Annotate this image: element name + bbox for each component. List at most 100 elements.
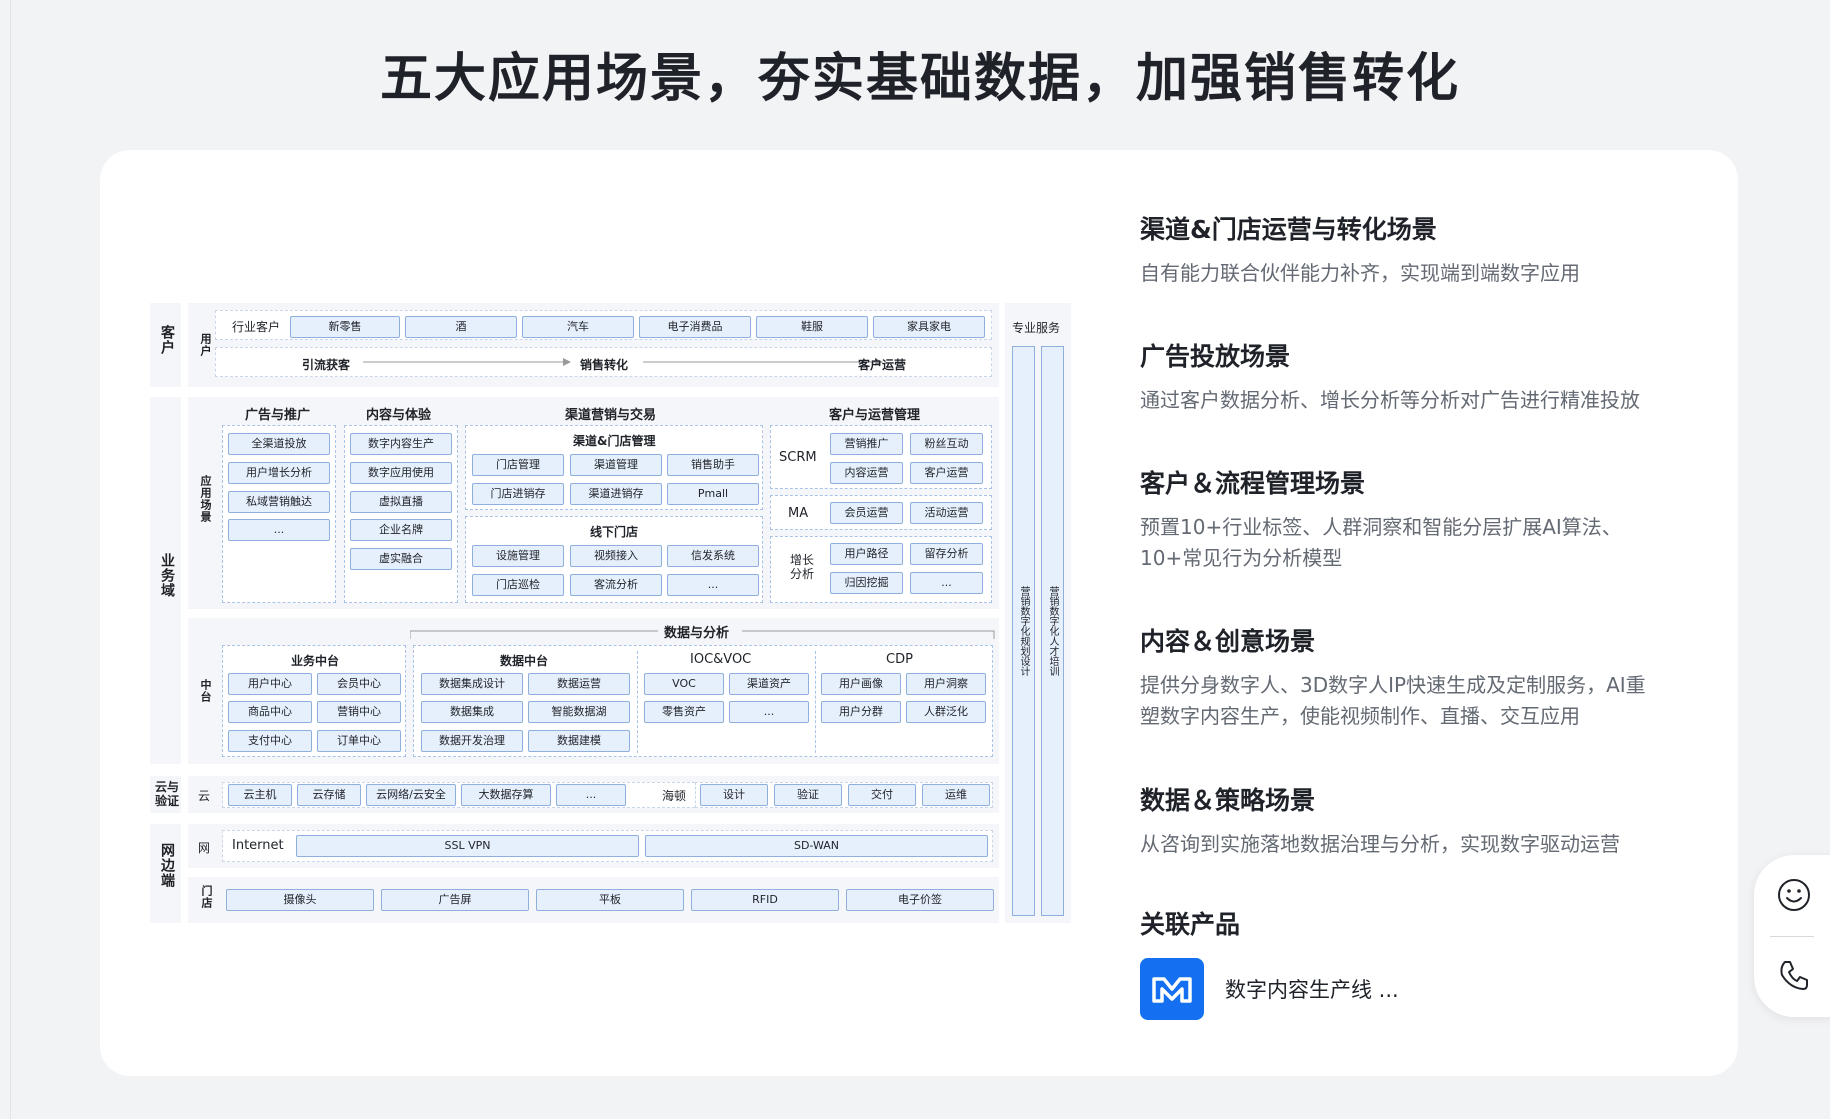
store-chip: 广告屏 bbox=[381, 889, 529, 911]
growth-chip: 用户路径 bbox=[830, 543, 903, 565]
ma-chip: 活动运营 bbox=[910, 502, 983, 524]
store-chip: 电子价签 bbox=[846, 889, 994, 911]
store-chip: 摄像头 bbox=[226, 889, 374, 911]
store-chip: RFID bbox=[691, 889, 839, 911]
digital-content-logo-icon bbox=[1140, 958, 1204, 1020]
biz-mid-title: 业务中台 bbox=[291, 654, 340, 668]
store-mgmt-chip: Pmall bbox=[667, 483, 759, 505]
content-chip: 企业名牌 bbox=[350, 519, 452, 541]
edge-label: 网边端 bbox=[159, 843, 175, 888]
divider bbox=[815, 651, 816, 753]
data-mid-chip: 数据集成设计 bbox=[421, 673, 523, 695]
flow-step: 销售转化 bbox=[580, 358, 629, 372]
ioc-chip: 渠道资产 bbox=[729, 673, 809, 695]
cloud-label: 云与验证 bbox=[154, 780, 179, 808]
ioc-title: IOC&VOC bbox=[690, 652, 752, 667]
smile-icon[interactable] bbox=[1774, 875, 1814, 915]
ioc-chip: VOC bbox=[644, 673, 724, 695]
flow-step: 客户运营 bbox=[858, 358, 907, 372]
offline-chip: 门店巡检 bbox=[472, 574, 564, 596]
data-mid-chip: 智能数据湖 bbox=[528, 701, 630, 723]
cdp-chip: 用户分群 bbox=[821, 701, 901, 723]
content-chip: 虚拟直播 bbox=[350, 491, 452, 513]
divider bbox=[637, 651, 638, 753]
related-products-title: 关联产品 bbox=[1140, 910, 1241, 939]
offline-chip: 视频接入 bbox=[570, 545, 662, 567]
scrm-chip: 内容运营 bbox=[830, 462, 903, 484]
cdp-chip: 人群泛化 bbox=[906, 701, 986, 723]
related-product-name: 数字内容生产线 ... bbox=[1225, 978, 1399, 1002]
store-label: 门店 bbox=[200, 885, 213, 909]
scenario-item: 数据＆策略场景 从咨询到实施落地数据治理与分析，实现数字驱动运营 bbox=[1140, 781, 1700, 860]
net-chip: SD-WAN bbox=[645, 835, 988, 857]
data-analysis-bracket bbox=[410, 630, 995, 639]
biz-mid-chip: 会员中心 bbox=[317, 673, 401, 695]
cloud-chip: 云存储 bbox=[297, 784, 361, 806]
store-mgmt-chip: 渠道进销存 bbox=[570, 483, 662, 505]
industry-label: 行业客户 bbox=[232, 320, 281, 334]
offline-chip: 设施管理 bbox=[472, 545, 564, 567]
cloud-chip: 云网络/云安全 bbox=[366, 784, 456, 806]
industry-chip: 汽车 bbox=[522, 316, 634, 338]
scenario-title: 广告投放场景 bbox=[1140, 342, 1291, 371]
page-title: 五大应用场景，夯实基础数据，加强销售转化 bbox=[379, 49, 1460, 109]
data-mid-chip: 数据开发治理 bbox=[421, 730, 523, 752]
cloud-chip: 云主机 bbox=[228, 784, 292, 806]
growth-chip: 归因挖掘 bbox=[830, 572, 903, 594]
offline-chip: ... bbox=[667, 574, 759, 596]
biz-mid-chip: 商品中心 bbox=[228, 701, 312, 723]
architecture-diagram: 客户 用户 行业客户 新零售 酒 汽车 电子消费品 鞋服 家具家电 引流获客 销… bbox=[150, 303, 1071, 923]
industry-chip: 新零售 bbox=[290, 316, 400, 338]
scenario-item: 内容＆创意场景 提供分身数字人、3D数字人IP快速生成及定制服务，AI重 塑数字… bbox=[1140, 622, 1700, 732]
scenario-desc: 自有能力联合伙伴能力补齐，实现端到端数字应用 bbox=[1140, 261, 1580, 285]
ma-chip: 会员运营 bbox=[830, 502, 903, 524]
cloud-row-label: 云 bbox=[198, 789, 211, 803]
scenario-item: 广告投放场景 通过客户数据分析、增长分析等分析对广告进行精准投放 bbox=[1140, 337, 1700, 416]
haidun-chip: 交付 bbox=[848, 784, 916, 806]
cloud-chip: 大数据存算 bbox=[461, 784, 551, 806]
scenario-desc-line: 提供分身数字人、3D数字人IP快速生成及定制服务，AI重 bbox=[1140, 673, 1646, 697]
haidun-label: 海顿 bbox=[662, 789, 687, 803]
middle-label: 中台 bbox=[199, 679, 212, 703]
growth-chip: ... bbox=[910, 572, 983, 594]
ma-label: MA bbox=[788, 506, 809, 521]
scenario-title: 客户＆流程管理场景 bbox=[1140, 469, 1366, 498]
store-mgmt-chip: 销售助手 bbox=[667, 454, 759, 476]
widget-divider bbox=[1770, 936, 1814, 937]
related-product-link[interactable]: 数字内容生产线 ... bbox=[1140, 958, 1399, 1020]
haidun-chip: 设计 bbox=[700, 784, 768, 806]
ioc-chip: 零售资产 bbox=[644, 701, 724, 723]
store-mgmt-chip: 渠道管理 bbox=[570, 454, 662, 476]
flow-arrow bbox=[643, 358, 883, 366]
store-chip: 平板 bbox=[536, 889, 684, 911]
net-label: 网 bbox=[198, 841, 211, 855]
store-mgmt-chip: 门店进销存 bbox=[472, 483, 564, 505]
store-mgmt-title: 渠道&门店管理 bbox=[573, 434, 656, 448]
industry-chip: 电子消费品 bbox=[639, 316, 751, 338]
scenario-desc-line: 预置10+行业标签、人群洞察和智能分层扩展AI算法、 bbox=[1140, 515, 1622, 539]
user-label: 用户 bbox=[199, 333, 212, 357]
scenario-item: 渠道&门店运营与转化场景 自有能力联合伙伴能力补齐，实现端到端数字应用 bbox=[1140, 210, 1700, 289]
net-internet: Internet bbox=[232, 838, 284, 853]
scenario-title: 内容＆创意场景 bbox=[1140, 627, 1316, 656]
scenario-item: 客户＆流程管理场景 预置10+行业标签、人群洞察和智能分层扩展AI算法、 10+… bbox=[1140, 464, 1700, 574]
pro-service-title: 专业服务 bbox=[1012, 321, 1061, 335]
customer-label: 客户 bbox=[159, 325, 175, 355]
content-chip: 数字内容生产 bbox=[350, 433, 452, 455]
channel-title: 渠道营销与交易 bbox=[565, 408, 657, 423]
phone-icon[interactable] bbox=[1774, 955, 1814, 995]
pro-service-bar: 营销数字化人才培训 bbox=[1041, 346, 1064, 916]
content-chip: 数字应用使用 bbox=[350, 462, 452, 484]
scenario-desc: 通过客户数据分析、增长分析等分析对广告进行精准投放 bbox=[1140, 388, 1640, 412]
ad-chip: 全渠道投放 bbox=[228, 433, 330, 455]
biz-mid-chip: 营销中心 bbox=[317, 701, 401, 723]
offline-chip: 客流分析 bbox=[570, 574, 662, 596]
ad-title: 广告与推广 bbox=[245, 408, 311, 423]
industry-chip: 鞋服 bbox=[756, 316, 868, 338]
scenario-title: 数据＆策略场景 bbox=[1140, 786, 1316, 815]
cdp-chip: 用户画像 bbox=[821, 673, 901, 695]
ad-chip: ... bbox=[228, 519, 330, 541]
data-mid-chip: 数据集成 bbox=[421, 701, 523, 723]
biz-mid-chip: 支付中心 bbox=[228, 730, 312, 752]
floating-contact-widget bbox=[1754, 855, 1830, 1017]
